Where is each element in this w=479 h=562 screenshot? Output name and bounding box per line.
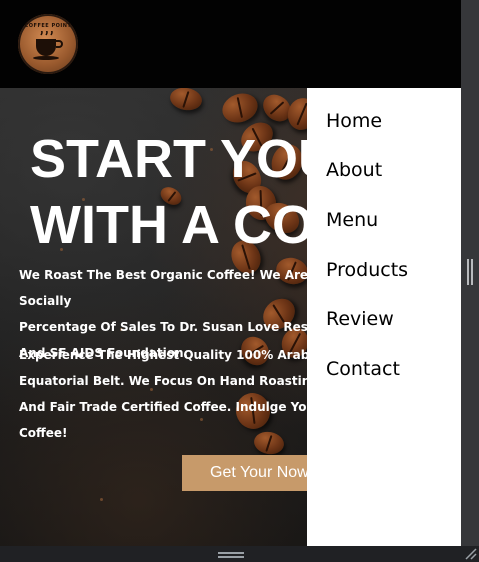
nav-item-menu[interactable]: Menu: [326, 209, 378, 231]
browser-viewport: COFFEE POINT START YOUR DAY WITH A COFFE…: [0, 0, 461, 546]
coffee-grounds: [100, 498, 103, 501]
resize-handle-icon[interactable]: [463, 546, 477, 560]
site-header: COFFEE POINT: [0, 0, 461, 88]
nav-item-home[interactable]: Home: [326, 110, 382, 132]
nav-item-review[interactable]: Review: [326, 308, 394, 330]
logo-text: COFFEE POINT: [24, 23, 72, 29]
scroll-grip-icon[interactable]: [467, 259, 473, 285]
nav-menu-panel: Home About Menu Products Review Contact: [307, 88, 461, 546]
nav-item-contact[interactable]: Contact: [326, 358, 400, 380]
logo[interactable]: COFFEE POINT: [18, 14, 78, 74]
nav-item-about[interactable]: About: [326, 159, 382, 181]
coffee-bean: [168, 88, 204, 113]
coffee-cup-logo-icon: [33, 31, 63, 60]
drag-handle-icon[interactable]: [218, 552, 244, 558]
get-yours-now-button[interactable]: Get Your Now: [182, 455, 322, 491]
hero-paragraph: Experience The Highest Quality 100% Arab…: [19, 348, 341, 440]
nav-item-products[interactable]: Products: [326, 259, 408, 281]
coffee-bean: [218, 88, 262, 128]
